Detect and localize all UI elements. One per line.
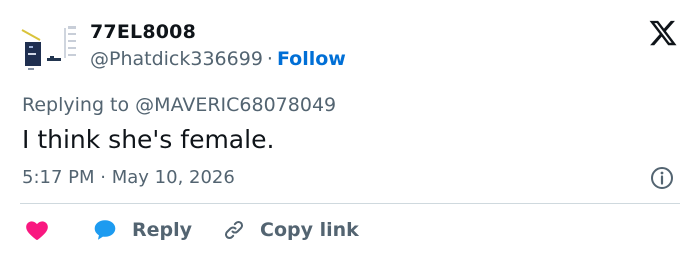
tweet-time: 5:17 PM xyxy=(22,167,95,188)
user-info: 77EL8008 @Phatdick336699 · Follow xyxy=(90,20,346,72)
tweet-header: 77EL8008 @Phatdick336699 · Follow xyxy=(20,20,346,76)
like-button[interactable] xyxy=(24,217,50,243)
divider xyxy=(20,203,680,204)
tweet-date: May 10, 2026 xyxy=(111,167,235,188)
reply-prefix: Replying to xyxy=(22,94,130,116)
handle-separator: · xyxy=(266,48,273,70)
follow-button[interactable]: Follow xyxy=(277,48,346,70)
copy-link-label: Copy link xyxy=(260,219,359,241)
avatar[interactable] xyxy=(20,20,80,76)
reply-context: Replying to @MAVERIC68078049 xyxy=(22,92,336,118)
avatar-image xyxy=(20,20,80,76)
reply-label: Reply xyxy=(132,219,193,241)
timestamp-separator: · xyxy=(100,167,106,188)
speech-bubble-icon xyxy=(94,220,116,240)
author-handle[interactable]: @Phatdick336699 xyxy=(90,48,263,70)
author-display-name[interactable]: 77EL8008 xyxy=(90,20,346,44)
action-bar: Reply Copy link xyxy=(24,215,359,245)
tweet-text: I think she's female. xyxy=(22,125,275,154)
info-icon[interactable] xyxy=(650,166,674,190)
reply-target-handle[interactable]: @MAVERIC68078049 xyxy=(135,94,336,116)
copy-link-button[interactable]: Copy link xyxy=(222,217,359,243)
timestamp[interactable]: 5:17 PM · May 10, 2026 xyxy=(22,165,235,191)
tweet-card: 77EL8008 @Phatdick336699 · Follow Replying… xyxy=(0,0,700,256)
reply-button[interactable]: Reply xyxy=(92,217,192,243)
handle-row: @Phatdick336699 · Follow xyxy=(90,46,346,72)
x-logo-icon[interactable] xyxy=(648,18,678,48)
heart-icon xyxy=(26,221,48,240)
link-icon xyxy=(224,220,244,240)
